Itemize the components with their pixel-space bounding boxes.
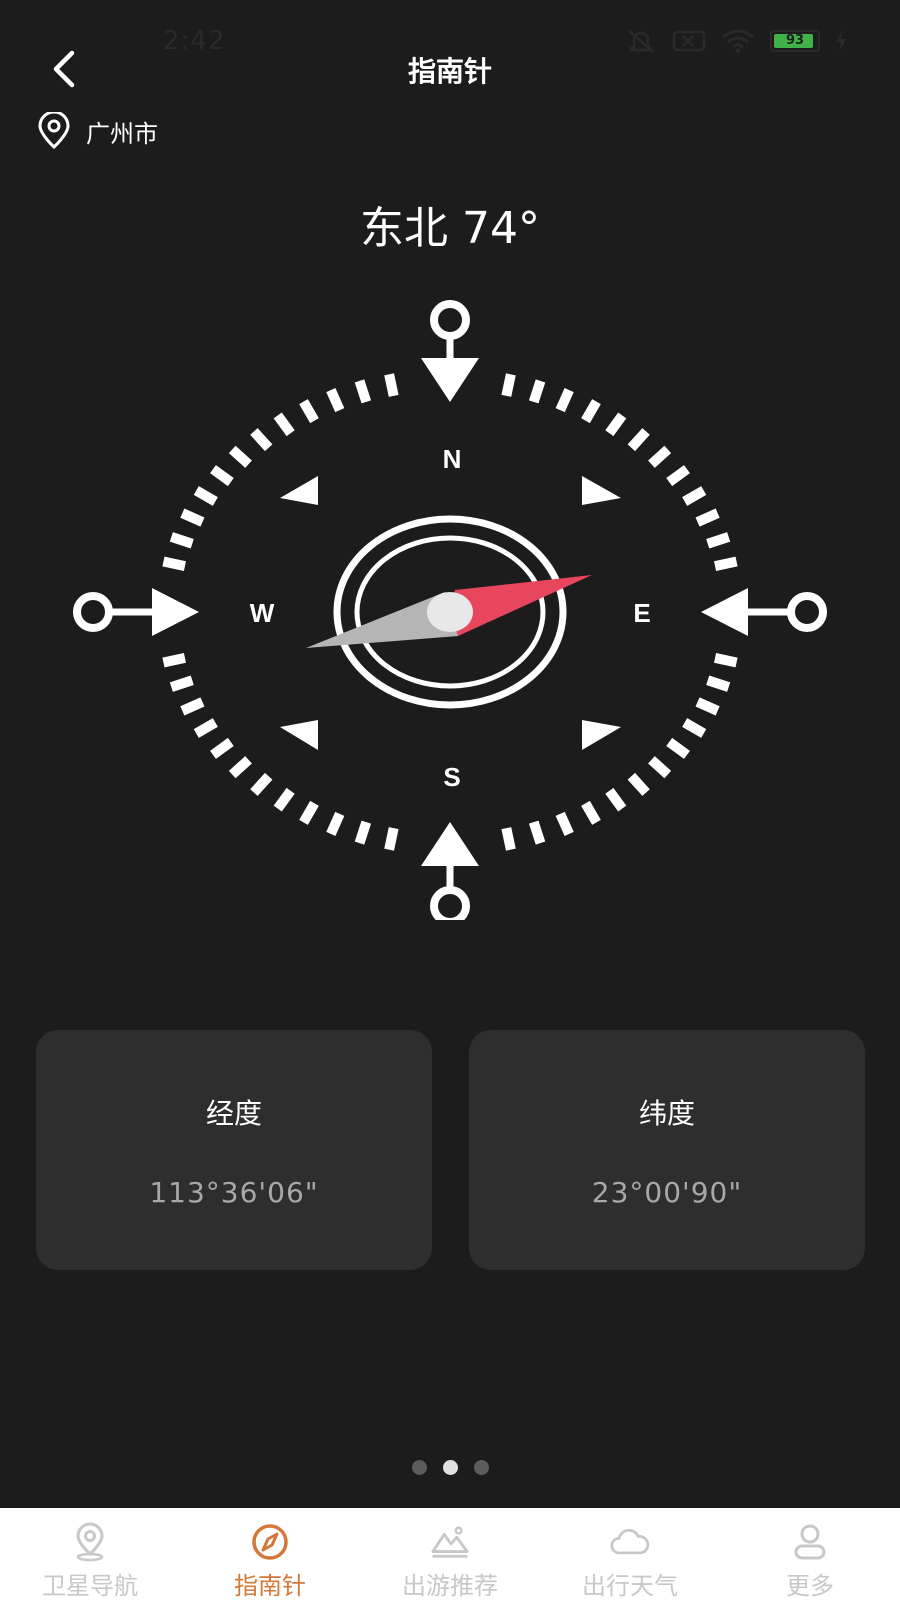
tick-mark [162, 653, 186, 668]
tick-mark [528, 820, 546, 845]
tick-mark [682, 486, 707, 506]
tick-mark [326, 811, 345, 836]
nav-item-compass[interactable]: 指南针 [180, 1508, 360, 1600]
tick-mark [714, 653, 738, 668]
tick-mark [354, 820, 372, 845]
tick-mark [384, 373, 399, 397]
tick-mark [648, 756, 672, 779]
east-pointer [701, 588, 827, 636]
longitude-label: 经度 [205, 1097, 262, 1130]
tick-mark [273, 787, 295, 812]
tick-mark [605, 412, 627, 437]
tick-mark [326, 388, 345, 413]
tick-mark [180, 508, 205, 527]
tick-mark [555, 811, 574, 836]
tick-mark [193, 486, 218, 506]
page-dot[interactable] [442, 1460, 458, 1475]
label-north: N [443, 444, 462, 474]
page-dot[interactable] [473, 1460, 489, 1475]
tick-mark [555, 388, 574, 413]
latitude-label: 纬度 [638, 1097, 695, 1130]
tick-mark [706, 532, 731, 549]
location-pin-icon [38, 112, 70, 150]
location-row[interactable]: 广州市 [36, 112, 158, 150]
tick-mark [162, 556, 186, 571]
tick-mark [714, 556, 738, 571]
label-east: E [633, 598, 650, 628]
tick-mark [299, 399, 319, 424]
northeast-marker [582, 476, 621, 505]
map-pin-icon [70, 1522, 110, 1562]
tick-mark [706, 675, 731, 692]
compass-icon [250, 1522, 290, 1562]
compass-dial: N S W E [73, 300, 827, 920]
latitude-card: 纬度 23°00'90" [469, 1030, 865, 1270]
tick-mark [695, 697, 720, 716]
tick-mark [273, 412, 295, 437]
tick-mark [250, 428, 273, 452]
label-south: S [443, 762, 460, 792]
mountain-icon [430, 1522, 470, 1562]
south-pointer [421, 822, 479, 920]
compass-needle [306, 575, 592, 648]
southeast-marker [582, 720, 621, 750]
tick-mark [210, 737, 234, 759]
nav-item-travel-weather[interactable]: 出行天气 [540, 1508, 720, 1600]
tick-mark [581, 800, 601, 825]
bottom-nav: 卫星导航 指南针 出游推荐 出行天气 更多 [0, 1508, 900, 1600]
north-pointer [421, 300, 479, 402]
tick-mark [210, 465, 234, 487]
battery-percent: 93 [785, 33, 805, 48]
nav-item-travel-recommendations[interactable]: 出游推荐 [360, 1508, 540, 1600]
nav-item-satellite-navigation[interactable]: 卫星导航 [0, 1508, 180, 1600]
tick-mark [501, 373, 516, 397]
page-dot[interactable] [411, 1460, 427, 1475]
heading-readout: 东北 74° [360, 203, 540, 254]
tick-mark [501, 827, 516, 851]
nav-label: 出行天气 [582, 1572, 678, 1600]
southwest-marker [280, 720, 318, 750]
tick-mark [528, 379, 546, 404]
page-indicator[interactable] [0, 1460, 900, 1475]
nav-item-more[interactable]: 更多 [720, 1508, 900, 1600]
location-city: 广州市 [86, 119, 158, 148]
tick-mark [581, 399, 601, 424]
nav-label: 更多 [786, 1572, 834, 1600]
nav-label: 出游推荐 [402, 1572, 498, 1600]
tick-mark [666, 465, 690, 487]
tick-mark [169, 675, 194, 692]
user-icon [790, 1522, 830, 1562]
tick-mark [169, 532, 194, 549]
latitude-value: 23°00'90" [591, 1176, 743, 1209]
tick-mark [605, 787, 627, 812]
tick-mark [299, 800, 319, 825]
tick-mark [384, 827, 399, 851]
tick-mark [180, 697, 205, 716]
longitude-card: 经度 113°36'06" [36, 1030, 432, 1270]
northwest-marker [280, 476, 318, 505]
longitude-value: 113°36'06" [149, 1176, 319, 1209]
tick-mark [250, 772, 273, 796]
nav-label: 指南针 [234, 1572, 306, 1600]
west-pointer [73, 588, 199, 636]
label-west: W [250, 598, 275, 628]
tick-mark [648, 445, 672, 468]
cloud-icon [610, 1522, 650, 1562]
tick-mark [695, 508, 720, 527]
tick-mark [627, 772, 650, 796]
tick-mark [228, 756, 252, 779]
tick-mark [627, 428, 650, 452]
nav-label: 卫星导航 [42, 1572, 138, 1600]
tick-mark [354, 379, 372, 404]
page-title: 指南针 [407, 55, 492, 88]
battery-icon: 93 [770, 30, 820, 52]
tick-mark [193, 718, 218, 738]
needle-hub [427, 592, 473, 632]
tick-mark [228, 445, 252, 468]
tick-mark [666, 737, 690, 759]
tick-mark [682, 718, 707, 738]
